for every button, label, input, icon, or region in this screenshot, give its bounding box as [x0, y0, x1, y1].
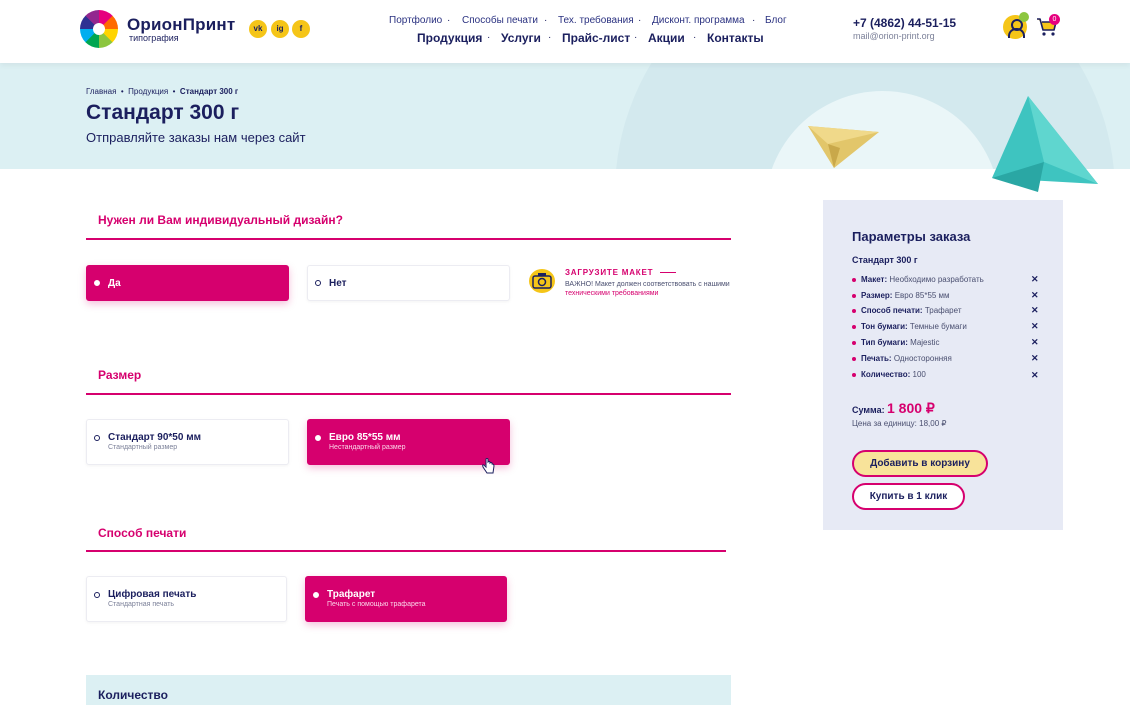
design-option-yes[interactable]: Да — [86, 265, 289, 301]
option-label: Нет — [329, 278, 347, 289]
buy-one-click-button[interactable]: Купить в 1 клик — [852, 483, 965, 510]
print-option-digital[interactable]: Цифровая печать Стандартная печать — [86, 576, 287, 622]
quantity-section-title: Количество — [98, 688, 168, 702]
camera-icon[interactable] — [529, 269, 555, 293]
breadcrumb: Главная • Продукция • Стандарт 300 г — [86, 87, 239, 96]
summary-param: Способ печати: Трафарет — [852, 306, 961, 315]
radio-icon — [313, 592, 319, 598]
hand-cursor-icon — [482, 458, 495, 474]
summary-param: Макет: Необходимо разработать — [852, 275, 984, 284]
print-section-title: Способ печати — [98, 526, 187, 540]
remove-icon[interactable]: ✕ — [1031, 353, 1039, 364]
summary-product: Стандарт 300 г — [852, 255, 918, 265]
size-option-euro[interactable]: Евро 85*55 мм Нестандартный размер — [307, 419, 510, 465]
nav-separator: · — [487, 32, 491, 43]
order-summary-panel — [823, 200, 1063, 530]
email-address[interactable]: mail@orion-print.org — [853, 31, 935, 41]
breadcrumb-current: Стандарт 300 г — [179, 87, 239, 96]
check-icon — [1019, 12, 1029, 22]
summary-param: Тон бумаги: Темные бумаги — [852, 322, 967, 331]
unit-price: Цена за единицу: 18,00 ₽ — [852, 419, 947, 428]
divider — [86, 550, 726, 552]
option-label: Да — [108, 278, 121, 289]
summary-param: Размер: Евро 85*55 мм — [852, 291, 950, 300]
radio-icon — [315, 280, 321, 286]
nav-separator: · — [544, 15, 548, 26]
nav-separator: · — [548, 32, 552, 43]
site-header: ОрионПринт типография vk ig f Портфолио … — [0, 0, 1130, 63]
nav-products[interactable]: Продукция — [417, 31, 482, 45]
nav-services[interactable]: Услуги — [501, 31, 541, 45]
nav-contacts[interactable]: Контакты — [707, 31, 764, 45]
tech-requirements-link[interactable]: техническими требованиями — [565, 290, 658, 297]
cart-count-badge: 0 — [1049, 14, 1060, 25]
divider — [86, 393, 731, 395]
option-sublabel: Стандартный размер — [108, 444, 178, 451]
nav-portfolio[interactable]: Портфолио — [389, 15, 442, 26]
radio-icon — [315, 435, 321, 441]
paper-plane-icon — [992, 96, 1098, 192]
option-sublabel: Стандартная печать — [108, 601, 175, 608]
brand-name[interactable]: ОрионПринт — [127, 15, 235, 35]
nav-price-list[interactable]: Прайс-лист — [562, 31, 630, 45]
page-title: Стандарт 300 г — [86, 101, 240, 124]
option-label: Цифровая печать — [108, 589, 197, 600]
quantity-section — [86, 675, 731, 705]
option-label: Трафарет — [327, 589, 376, 600]
add-to-cart-button[interactable]: Добавить в корзину — [852, 450, 988, 477]
nav-print-methods[interactable]: Способы печати — [462, 15, 538, 26]
design-option-no[interactable]: Нет — [307, 265, 510, 301]
remove-icon[interactable]: ✕ — [1031, 337, 1039, 348]
brand-subtitle: типография — [129, 33, 179, 43]
summary-param: Печать: Односторонняя — [852, 354, 952, 363]
summary-param: Тип бумаги: Majestic — [852, 338, 940, 347]
breadcrumb-home[interactable]: Главная — [86, 87, 116, 96]
page-subtitle: Отправляйте заказы нам через сайт — [86, 130, 306, 145]
remove-icon[interactable]: ✕ — [1031, 321, 1039, 332]
instagram-icon[interactable]: ig — [271, 20, 289, 38]
upload-note: ВАЖНО! Макет должен соответствовать с на… — [565, 281, 730, 297]
nav-separator: · — [693, 32, 697, 43]
size-section-title: Размер — [98, 368, 142, 382]
size-option-standard[interactable]: Стандарт 90*50 мм Стандартный размер — [86, 419, 289, 465]
logo-icon[interactable] — [80, 10, 118, 48]
nav-separator: · — [634, 32, 638, 43]
radio-icon — [94, 435, 100, 441]
radio-icon — [94, 280, 100, 286]
radio-icon — [94, 592, 100, 598]
divider — [660, 272, 676, 273]
remove-icon[interactable]: ✕ — [1031, 305, 1039, 316]
divider — [86, 238, 731, 240]
remove-icon[interactable]: ✕ — [1031, 274, 1039, 285]
sum-value: 1 800 ₽ — [887, 400, 935, 416]
nav-blog[interactable]: Блог — [765, 15, 787, 26]
remove-icon[interactable]: ✕ — [1031, 290, 1039, 301]
phone-number[interactable]: +7 (4862) 44-51-15 — [853, 16, 956, 30]
design-section-title: Нужен ли Вам индивидуальный дизайн? — [98, 213, 343, 227]
facebook-icon[interactable]: f — [292, 20, 310, 38]
sum-label: Сумма: — [852, 405, 885, 415]
summary-param: Количество: 100 — [852, 370, 926, 379]
option-sublabel: Нестандартный размер — [329, 444, 406, 451]
print-option-stencil[interactable]: Трафарет Печать с помощью трафарета — [305, 576, 507, 622]
option-sublabel: Печать с помощью трафарета — [327, 601, 426, 608]
summary-title: Параметры заказа — [852, 229, 971, 244]
nav-discount[interactable]: Дисконт. программа — [652, 15, 745, 26]
paper-plane-icon — [808, 126, 879, 168]
breadcrumb-products[interactable]: Продукция — [128, 87, 168, 96]
nav-separator: · — [752, 15, 756, 26]
upload-layout-link[interactable]: ЗАГРУЗИТЕ МАКЕТ — [565, 268, 653, 277]
nav-tech-requirements[interactable]: Тех. требования — [558, 15, 634, 26]
vk-icon[interactable]: vk — [249, 20, 267, 38]
nav-separator: · — [447, 15, 451, 26]
nav-separator: · — [638, 15, 642, 26]
option-label: Стандарт 90*50 мм — [108, 432, 201, 443]
remove-icon[interactable]: ✕ — [1031, 370, 1039, 381]
option-label: Евро 85*55 мм — [329, 432, 401, 443]
nav-promotions[interactable]: Акции — [648, 31, 685, 45]
